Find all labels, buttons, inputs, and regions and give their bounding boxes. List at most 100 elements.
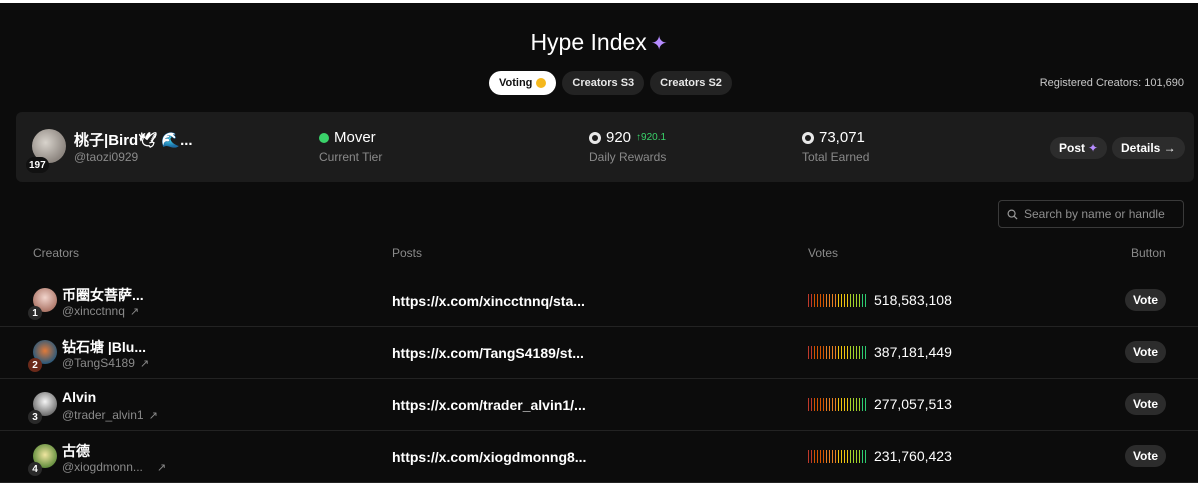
vote-count: 277,057,513: [874, 396, 952, 412]
vote-meter-tick: [859, 450, 860, 463]
vote-meter-tick: [844, 346, 845, 359]
profile-name: 桃子|Bird🕊 🌊...: [74, 132, 193, 149]
vote-meter-tick: [859, 346, 860, 359]
vote-meter-tick: [847, 346, 848, 359]
vote-meter-tick: [826, 294, 827, 307]
vote-meter-tick: [850, 450, 851, 463]
vote-meter-tick: [835, 450, 836, 463]
creator-handle-wrap: @trader_alvin1 ↗: [62, 408, 158, 422]
vote-meter-tick: [826, 398, 827, 411]
tab-voting-label: Voting: [499, 77, 533, 89]
vote-meter-tick: [862, 398, 863, 411]
vote-meter-tick: [856, 294, 857, 307]
post-link[interactable]: https://x.com/xincctnnq/sta...: [392, 293, 585, 309]
external-link-icon[interactable]: ↗: [157, 462, 166, 474]
post-link[interactable]: https://x.com/trader_alvin1/...: [392, 397, 586, 413]
post-button[interactable]: Post ✦: [1050, 137, 1108, 159]
vote-button[interactable]: Vote: [1125, 341, 1166, 363]
row-avatar-wrap: 2: [28, 340, 57, 372]
vote-meter-tick: [850, 398, 851, 411]
vote-meter-tick: [850, 294, 851, 307]
daily-rewards-value: 920: [606, 129, 632, 146]
vote-meter-tick: [820, 346, 821, 359]
creator-handle: @TangS4189: [62, 356, 135, 370]
tab-creators-s2-label: Creators S2: [660, 77, 722, 89]
vote-meter-tick: [823, 294, 824, 307]
vote-meter-tick: [823, 398, 824, 411]
row-rank-badge: 4: [28, 462, 42, 476]
vote-button[interactable]: Vote: [1125, 289, 1166, 311]
row-rank-badge: 1: [28, 306, 42, 320]
tab-voting[interactable]: Voting: [489, 71, 557, 95]
post-link[interactable]: https://x.com/TangS4189/st...: [392, 345, 584, 361]
creators-table: 1 币圈女菩萨... @xincctnnq ↗ https://x.com/xin…: [0, 275, 1198, 483]
external-link-icon[interactable]: ↗: [140, 358, 149, 370]
total-earned-stat: 73,071 Total Earned: [802, 129, 869, 164]
my-profile-card: 197 桃子|Bird🕊 🌊... @taozi0929 Mover Curre…: [16, 112, 1194, 182]
sparkle-icon: ✦: [1088, 141, 1099, 155]
vote-meter-tick: [823, 346, 824, 359]
creator-name: Alvin: [62, 389, 97, 405]
column-creators: Creators: [33, 246, 80, 260]
creator-name: 古德: [62, 443, 90, 459]
vote-meter-tick: [847, 450, 848, 463]
vote-bar-meter: [808, 346, 866, 359]
tab-creators-s2[interactable]: Creators S2: [650, 71, 732, 95]
vote-meter-tick: [811, 450, 812, 463]
vote-meter-tick: [832, 346, 833, 359]
vote-meter-tick: [859, 294, 860, 307]
vote-meter-tick: [838, 398, 839, 411]
search-box: [998, 200, 1184, 228]
column-button: Button: [1131, 246, 1166, 260]
row-avatar-wrap: 4: [28, 444, 57, 476]
vote-meter-tick: [826, 450, 827, 463]
table-row: 2 钻石塘 |Blu... @TangS4189 ↗ https://x.com/…: [0, 327, 1198, 379]
vote-meter-tick: [865, 450, 866, 463]
creator-handle: @trader_alvin1: [62, 408, 144, 422]
vote-meter-tick: [832, 294, 833, 307]
details-button-label: Details →: [1121, 141, 1176, 155]
vote-meter-tick: [850, 346, 851, 359]
vote-meter-tick: [862, 346, 863, 359]
tier-stat: Mover Current Tier: [319, 129, 382, 164]
vote-meter-tick: [838, 346, 839, 359]
vote-meter-tick: [817, 450, 818, 463]
vote-meter-tick: [853, 398, 854, 411]
creator-name: 币圈女菩萨...: [62, 287, 144, 303]
vote-meter-tick: [829, 450, 830, 463]
vote-bar-meter: [808, 450, 866, 463]
vote-button[interactable]: Vote: [1125, 393, 1166, 415]
table-row: 4 古德 @xiogdmonn... ↗ https://x.com/xiogdm…: [0, 431, 1198, 483]
row-avatar-wrap: 3: [28, 392, 57, 424]
vote-meter-tick: [847, 398, 848, 411]
vote-meter-tick: [865, 294, 866, 307]
tier-label: Current Tier: [319, 150, 383, 164]
external-link-icon[interactable]: ↗: [130, 306, 139, 318]
row-rank-badge: 3: [28, 410, 42, 424]
details-button[interactable]: Details →: [1112, 137, 1185, 159]
vote-meter-tick: [865, 398, 866, 411]
vote-meter-tick: [862, 450, 863, 463]
app-frame: Hype Index ✦ Voting Creators S3 Creators …: [0, 3, 1198, 483]
sparkle-icon: ✦: [650, 33, 668, 55]
tab-creators-s3[interactable]: Creators S3: [562, 71, 645, 95]
post-link[interactable]: https://x.com/xiogdmonng8...: [392, 449, 586, 465]
vote-meter-tick: [808, 294, 809, 307]
profile-rank-badge: 197: [26, 157, 49, 173]
vote-meter-tick: [820, 398, 821, 411]
vote-meter-tick: [853, 450, 854, 463]
vote-meter-tick: [835, 294, 836, 307]
external-link-icon[interactable]: ↗: [149, 410, 158, 422]
vote-button[interactable]: Vote: [1125, 445, 1166, 467]
creator-handle: @xincctnnq: [62, 304, 125, 318]
daily-rewards-stat: 920 ↑920.1 Daily Rewards: [589, 129, 666, 164]
search-input[interactable]: [1024, 207, 1174, 221]
vote-meter-tick: [811, 346, 812, 359]
vote-meter-tick: [820, 450, 821, 463]
vote-meter-tick: [814, 294, 815, 307]
creator-name: 钻石塘 |Blu...: [62, 339, 147, 355]
vote-meter-tick: [820, 294, 821, 307]
vote-meter-tick: [856, 450, 857, 463]
post-button-label: Post: [1059, 141, 1086, 155]
vote-meter-tick: [811, 294, 812, 307]
